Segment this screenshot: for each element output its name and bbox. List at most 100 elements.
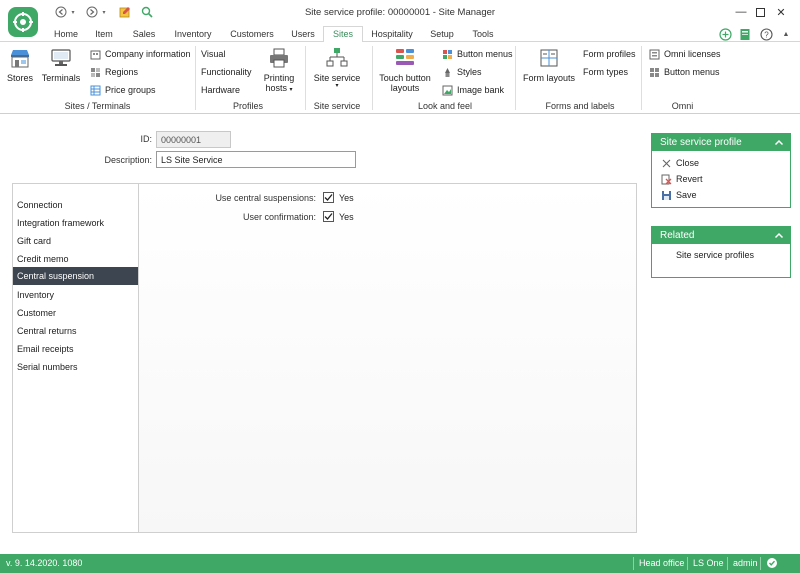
app-logo[interactable] (8, 7, 38, 37)
price-groups-button[interactable]: Price groups (89, 83, 156, 97)
side-item-serial-numbers[interactable]: Serial numbers (13, 358, 139, 376)
ribbon: Stores Terminals Company information Reg… (0, 42, 800, 114)
checkmark-icon (324, 213, 333, 220)
product-text: LS One (693, 558, 724, 568)
user-confirmation-value: Yes (339, 212, 354, 222)
site-service-profile-card: Site service profile Close Revert Save (651, 133, 791, 208)
central-suspension-panel: Use central suspensions: Yes User confir… (138, 183, 637, 533)
omni-licenses-button[interactable]: Omni licenses (648, 47, 721, 61)
side-item-customer[interactable]: Customer (13, 304, 139, 322)
connection-status-icon[interactable] (766, 557, 778, 569)
window-title: Site service profile: 00000001 - Site Ma… (304, 7, 496, 18)
tab-customers[interactable]: Customers (227, 27, 277, 42)
group-label-profiles: Profiles (232, 101, 263, 111)
tab-tools[interactable]: Tools (467, 27, 499, 42)
tab-inventory[interactable]: Inventory (170, 27, 216, 42)
status-separator (727, 557, 728, 570)
button-menus-button[interactable]: Button menus (441, 47, 513, 61)
use-central-suspensions-checkbox[interactable] (323, 192, 334, 203)
side-item-central-returns[interactable]: Central returns (13, 322, 139, 340)
regions-button[interactable]: Regions (89, 65, 138, 79)
site-service-button[interactable]: Site service ▾ (311, 46, 363, 90)
chevron-up-icon[interactable] (774, 230, 784, 247)
id-field[interactable] (156, 131, 231, 148)
tab-home[interactable]: Home (50, 27, 82, 42)
tab-sales[interactable]: Sales (128, 27, 160, 42)
omni-button-menus-icon (648, 66, 660, 78)
side-item-email-receipts[interactable]: Email receipts (13, 340, 139, 358)
tab-sites[interactable]: Sites (323, 26, 363, 43)
button-menus-icon (441, 48, 453, 60)
side-item-central-suspension[interactable]: Central suspension (13, 267, 139, 285)
ribbon-separator (195, 46, 196, 110)
styles-button[interactable]: Styles (441, 65, 482, 79)
omni-button-menus-button[interactable]: Button menus (648, 65, 720, 79)
side-item-integration-framework[interactable]: Integration framework (13, 214, 139, 232)
touch-button-layouts-button[interactable]: Touch button layouts (377, 46, 433, 93)
form-types-button[interactable]: Form types (583, 65, 628, 79)
user-text: admin (733, 558, 758, 568)
form-layouts-icon (537, 46, 561, 70)
tab-setup[interactable]: Setup (425, 27, 459, 42)
side-item-connection[interactable]: Connection (13, 196, 139, 214)
image-bank-icon (441, 84, 453, 96)
company-information-button[interactable]: Company information (89, 47, 191, 61)
description-field[interactable] (156, 151, 356, 168)
side-item-credit-memo[interactable]: Credit memo (13, 250, 139, 268)
printing-hosts-button[interactable]: Printing hosts ▾ (258, 46, 300, 94)
settings-section-list: Connection Integration framework Gift ca… (12, 183, 139, 533)
store-text: Head office (639, 558, 685, 568)
tab-users[interactable]: Users (287, 27, 319, 42)
stores-label: Stores (6, 73, 33, 83)
status-separator (760, 557, 761, 570)
help-icon[interactable]: ? (759, 27, 773, 41)
side-item-gift-card[interactable]: Gift card (13, 232, 139, 250)
close-action[interactable]: Close (652, 155, 790, 171)
related-site-service-profiles-link[interactable]: Site service profiles (652, 247, 790, 263)
close-window-icon[interactable]: ✕ (773, 4, 789, 20)
tab-hospitality[interactable]: Hospitality (365, 27, 419, 42)
printing-hosts-dropdown-icon: ▾ (289, 87, 293, 93)
user-confirmation-checkbox[interactable] (323, 211, 334, 222)
printer-icon (267, 46, 291, 70)
close-icon (660, 157, 672, 169)
store-icon (8, 46, 32, 70)
group-label-forms-and-labels: Forms and labels (545, 101, 615, 111)
revert-icon (660, 173, 672, 185)
minimize-icon[interactable]: — (733, 4, 749, 20)
visual-button[interactable]: Visual (201, 47, 225, 61)
form-layouts-button[interactable]: Form layouts (521, 46, 577, 83)
status-bar: v. 9. 14.2020. 1080 Head office LS One a… (0, 554, 800, 573)
app-logo-icon (13, 12, 33, 32)
side-item-inventory[interactable]: Inventory (13, 286, 139, 304)
revert-action[interactable]: Revert (652, 171, 790, 187)
regions-icon (89, 66, 101, 78)
touch-layout-icon (393, 46, 417, 70)
group-label-look-and-feel: Look and feel (417, 101, 473, 111)
chevron-up-icon[interactable] (774, 137, 784, 154)
hardware-button[interactable]: Hardware (201, 83, 240, 97)
save-action[interactable]: Save (652, 187, 790, 203)
title-bar: ▾ ▾ Site service profile: 00000001 - Sit… (0, 0, 800, 37)
save-icon (660, 189, 672, 201)
use-central-suspensions-label: Use central suspensions: (215, 193, 316, 203)
tab-item[interactable]: Item (90, 27, 118, 42)
id-label: ID: (140, 134, 152, 144)
terminals-button[interactable]: Terminals (40, 46, 82, 83)
version-text: v. 9. 14.2020. 1080 (6, 558, 83, 568)
related-card-header[interactable]: Related (652, 227, 790, 244)
maximize-icon[interactable] (752, 4, 768, 20)
ribbon-separator (305, 46, 306, 110)
stores-button[interactable]: Stores (4, 46, 36, 83)
collapse-ribbon-icon[interactable]: ▲ (779, 27, 793, 41)
book-icon[interactable] (738, 27, 752, 41)
terminals-label: Terminals (41, 73, 81, 83)
ribbon-separator (372, 46, 373, 110)
user-confirmation-label: User confirmation: (242, 212, 316, 222)
form-profiles-button[interactable]: Form profiles (583, 47, 636, 61)
image-bank-button[interactable]: Image bank (441, 83, 504, 97)
add-icon[interactable] (718, 27, 732, 41)
functionality-button[interactable]: Functionality (201, 65, 252, 79)
group-label-site-service: Site service (313, 101, 361, 111)
site-service-profile-card-header[interactable]: Site service profile (652, 134, 790, 151)
